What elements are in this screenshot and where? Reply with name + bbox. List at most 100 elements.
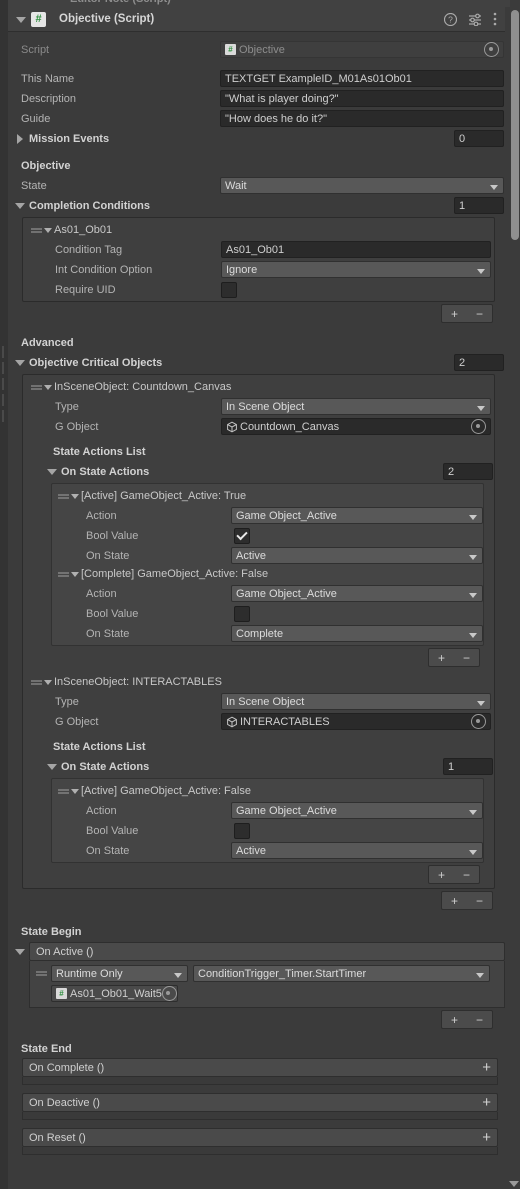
- scroll-down-arrow-icon[interactable]: [509, 1181, 519, 1187]
- add-event-listener-button[interactable]: +: [448, 1014, 461, 1026]
- critical-object-foldout-arrow[interactable]: [43, 677, 54, 688]
- critical-object-item-header[interactable]: InSceneObject: INTERACTABLES: [23, 673, 494, 691]
- add-critical-object-button[interactable]: +: [448, 895, 461, 907]
- gobject-object-field[interactable]: Countdown_Canvas: [221, 418, 491, 435]
- on-reset-label: On Reset (): [29, 1131, 86, 1144]
- int-condition-option-dropdown[interactable]: Ignore: [221, 261, 491, 278]
- on-state-actions-row[interactable]: On State Actions 2: [23, 462, 494, 481]
- bool-value-row: Bool Value: [52, 526, 483, 545]
- add-on-complete-listener-button[interactable]: +: [482, 1060, 491, 1075]
- type-label: Type: [55, 400, 79, 413]
- on-complete-header[interactable]: On Complete () +: [22, 1058, 498, 1077]
- on-state-actions-count[interactable]: 1: [443, 758, 493, 775]
- state-action-item-header[interactable]: [Active] GameObject_Active: True: [52, 487, 483, 505]
- state-action-foldout-arrow[interactable]: [70, 491, 81, 502]
- on-state-actions-foldout-arrow[interactable]: [45, 465, 58, 478]
- event-method-dropdown[interactable]: ConditionTrigger_Timer.StartTimer: [193, 965, 490, 982]
- remove-critical-object-button[interactable]: −: [473, 895, 486, 907]
- add-on-reset-listener-button[interactable]: +: [482, 1130, 491, 1145]
- preset-icon[interactable]: [468, 13, 482, 26]
- bool-value-checkbox[interactable]: [234, 822, 250, 839]
- on-state-actions-count[interactable]: 2: [443, 463, 493, 480]
- condition-tag-input[interactable]: As01_Ob01: [221, 241, 491, 258]
- bool-value-checkbox[interactable]: [234, 527, 250, 544]
- component-header-objective[interactable]: # Objective (Script) ?: [8, 7, 505, 32]
- this-name-input[interactable]: TEXTGET ExampleID_M01As01Ob01: [220, 70, 504, 87]
- remove-state-action-button[interactable]: −: [460, 869, 473, 881]
- mission-events-foldout-arrow[interactable]: [13, 132, 26, 145]
- object-picker-icon[interactable]: [484, 42, 499, 57]
- state-actions-add-remove: + −: [23, 648, 480, 667]
- help-icon[interactable]: ?: [444, 12, 457, 26]
- critical-object-foldout-arrow[interactable]: [43, 382, 54, 393]
- objective-header-label: Objective: [21, 159, 71, 172]
- critical-objects-row[interactable]: Objective Critical Objects 2: [8, 353, 505, 372]
- state-action-foldout-arrow[interactable]: [70, 786, 81, 797]
- action-dropdown[interactable]: Game Object_Active: [231, 585, 483, 602]
- type-dropdown[interactable]: In Scene Object: [221, 398, 491, 415]
- bool-value-checkbox[interactable]: [234, 605, 250, 622]
- action-dropdown[interactable]: Game Object_Active: [231, 507, 483, 524]
- on-state-dropdown[interactable]: Complete: [231, 625, 483, 642]
- remove-event-listener-button[interactable]: −: [473, 1014, 486, 1026]
- critical-objects-foldout-arrow[interactable]: [13, 356, 26, 369]
- completion-conditions-row[interactable]: Completion Conditions 1: [8, 196, 505, 215]
- on-state-actions-row[interactable]: On State Actions 1: [23, 757, 494, 776]
- reorder-handle-icon[interactable]: [31, 678, 42, 687]
- on-deactive-header[interactable]: On Deactive () +: [22, 1093, 498, 1112]
- completion-conditions-label: Completion Conditions: [29, 199, 150, 212]
- event-target-object-field[interactable]: # As01_Ob01_Wait5: [51, 985, 178, 1002]
- reorder-handle-icon[interactable]: [31, 383, 42, 392]
- object-picker-icon[interactable]: [471, 419, 486, 434]
- state-action-foldout-arrow[interactable]: [70, 569, 81, 580]
- add-state-action-button[interactable]: +: [435, 869, 448, 881]
- reorder-handle-icon[interactable]: [58, 492, 69, 501]
- on-state-label: On State: [86, 627, 130, 640]
- reorder-handle-icon[interactable]: [58, 787, 69, 796]
- state-dropdown[interactable]: Wait: [220, 177, 504, 194]
- state-row: State Wait: [8, 176, 505, 195]
- type-dropdown[interactable]: In Scene Object: [221, 693, 491, 710]
- on-state-dropdown[interactable]: Active: [231, 842, 483, 859]
- critical-object-item-header[interactable]: InSceneObject: Countdown_Canvas: [23, 378, 494, 396]
- state-action-item-header[interactable]: [Active] GameObject_Active: False: [52, 782, 483, 800]
- on-active-header[interactable]: On Active (): [29, 942, 505, 961]
- event-mode-dropdown[interactable]: Runtime Only: [51, 965, 188, 982]
- remove-condition-button[interactable]: −: [473, 308, 486, 320]
- object-picker-icon[interactable]: [161, 986, 177, 1001]
- critical-objects-count[interactable]: 2: [454, 354, 504, 371]
- on-state-actions-foldout-arrow[interactable]: [45, 760, 58, 773]
- remove-state-action-button[interactable]: −: [460, 652, 473, 664]
- object-picker-icon[interactable]: [471, 714, 486, 729]
- guide-input[interactable]: "How does he do it?": [220, 110, 504, 127]
- reorder-handle-icon[interactable]: [58, 570, 69, 579]
- reorder-handle-icon[interactable]: [31, 226, 42, 235]
- action-dropdown[interactable]: Game Object_Active: [231, 802, 483, 819]
- on-active-foldout-arrow[interactable]: [13, 945, 26, 958]
- script-object-field[interactable]: # Objective: [220, 41, 504, 58]
- completion-conditions-count[interactable]: 1: [454, 197, 504, 214]
- require-uid-checkbox[interactable]: [221, 281, 237, 298]
- condition-item-foldout-arrow[interactable]: [43, 225, 54, 236]
- on-reset-header[interactable]: On Reset () +: [22, 1128, 498, 1147]
- condition-item-header[interactable]: As01_Ob01: [23, 221, 494, 239]
- add-condition-button[interactable]: +: [448, 308, 461, 320]
- gobject-object-field[interactable]: INTERACTABLES: [221, 713, 491, 730]
- guide-row: Guide "How does he do it?": [8, 109, 505, 128]
- add-state-action-button[interactable]: +: [435, 652, 448, 664]
- gobject-value: Countdown_Canvas: [240, 420, 340, 433]
- add-on-deactive-listener-button[interactable]: +: [482, 1095, 491, 1110]
- action-row: Action Game Object_Active: [52, 801, 483, 820]
- scrollbar-thumb[interactable]: [511, 10, 519, 240]
- bool-value-row: Bool Value: [52, 821, 483, 840]
- reorder-handle-icon[interactable]: [36, 969, 47, 978]
- completion-conditions-foldout-arrow[interactable]: [13, 199, 26, 212]
- component-foldout-arrow[interactable]: [14, 13, 27, 26]
- more-menu-icon[interactable]: [493, 12, 497, 26]
- mission-events-row[interactable]: Mission Events 0: [8, 129, 505, 148]
- state-action-item-header[interactable]: [Complete] GameObject_Active: False: [52, 565, 483, 583]
- inspector-vertical-scrollbar[interactable]: [509, 0, 520, 1189]
- mission-events-count[interactable]: 0: [454, 130, 504, 147]
- description-input[interactable]: "What is player doing?": [220, 90, 504, 107]
- on-state-dropdown[interactable]: Active: [231, 547, 483, 564]
